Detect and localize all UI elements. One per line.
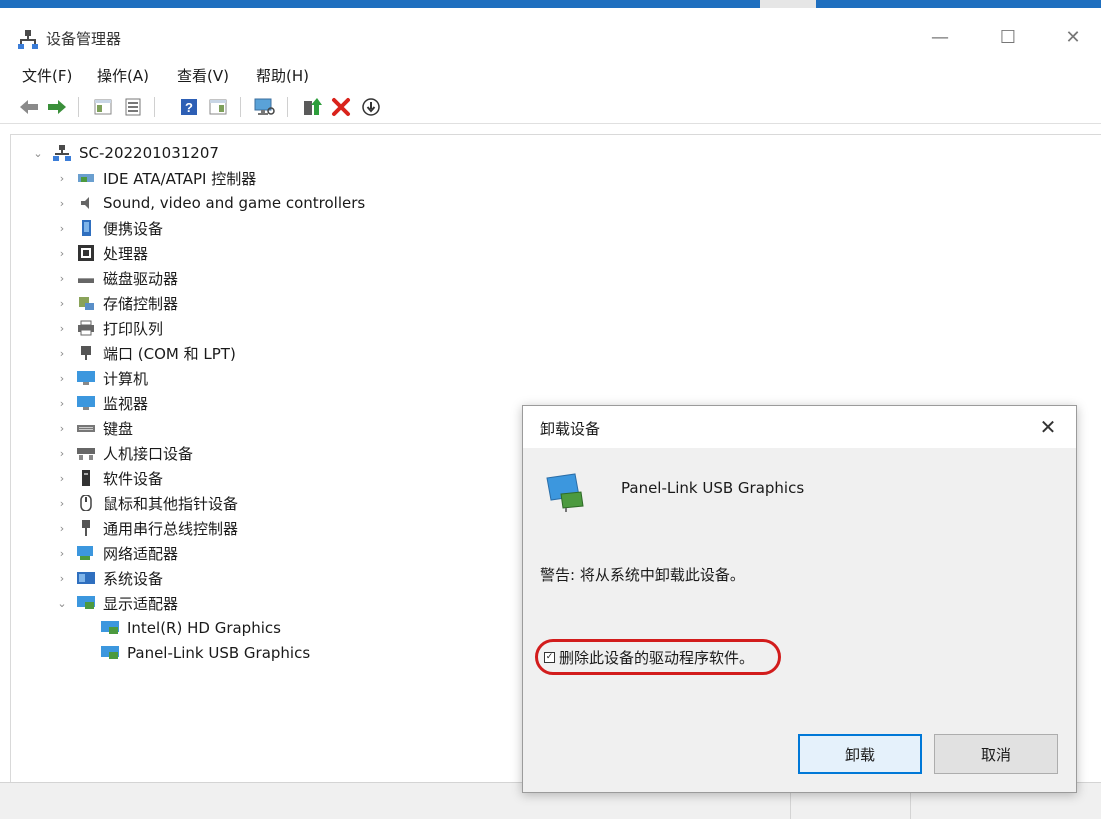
help-icon[interactable]: ? bbox=[178, 96, 200, 118]
ide-controller-icon bbox=[78, 174, 94, 182]
tree-category-display[interactable]: ⌄ 显示适配器 bbox=[55, 591, 178, 615]
display-adapter-icon bbox=[101, 621, 119, 634]
hid-icon bbox=[77, 448, 95, 460]
display-adapter-icon bbox=[77, 596, 95, 609]
menu-action[interactable]: 操作(A) bbox=[97, 65, 149, 86]
properties-icon[interactable] bbox=[122, 96, 144, 118]
keyboard-icon bbox=[77, 425, 95, 432]
chevron-right-icon[interactable]: › bbox=[55, 247, 69, 260]
tree-root-label: SC-202201031207 bbox=[79, 144, 219, 162]
chevron-right-icon[interactable]: › bbox=[55, 372, 69, 385]
uninstall-device-dialog: 卸载设备 ✕ Panel-Link USB Graphics 警告: 将从系统中… bbox=[522, 405, 1077, 793]
chevron-right-icon[interactable]: › bbox=[55, 472, 69, 485]
tree-category-monitor[interactable]: › 监视器 bbox=[55, 391, 148, 415]
disable-device-icon[interactable] bbox=[360, 96, 382, 118]
forward-arrow-icon[interactable] bbox=[46, 96, 68, 118]
tree-category-ide[interactable]: › IDE ATA/ATAPI 控制器 bbox=[55, 166, 256, 190]
chevron-right-icon[interactable]: › bbox=[55, 222, 69, 235]
tree-category-mouse[interactable]: › 鼠标和其他指针设备 bbox=[55, 491, 238, 515]
details-pane-icon[interactable] bbox=[207, 96, 229, 118]
dialog-title: 卸载设备 bbox=[540, 420, 601, 438]
tree-category-print-queue[interactable]: › 打印队列 bbox=[55, 316, 163, 340]
computer-root-icon bbox=[53, 145, 71, 161]
chevron-right-icon[interactable]: › bbox=[55, 522, 69, 535]
chevron-right-icon[interactable]: › bbox=[55, 322, 69, 335]
chevron-right-icon[interactable]: › bbox=[55, 272, 69, 285]
dialog-title-bar: 卸载设备 ✕ bbox=[523, 406, 1076, 448]
tree-category-computer[interactable]: › 计算机 bbox=[55, 366, 148, 390]
menu-file[interactable]: 文件(F) bbox=[22, 65, 72, 86]
tree-category-sound[interactable]: › Sound, video and game controllers bbox=[55, 191, 365, 215]
properties-pane-icon[interactable] bbox=[92, 96, 114, 118]
tree-category-system[interactable]: › 系统设备 bbox=[55, 566, 163, 590]
printer-icon bbox=[78, 320, 94, 336]
title-bar: 设备管理器 — ☐ ✕ bbox=[0, 8, 1101, 60]
network-adapter-icon bbox=[77, 546, 93, 560]
chevron-right-icon[interactable]: › bbox=[55, 447, 69, 460]
chevron-right-icon[interactable]: › bbox=[55, 347, 69, 360]
tree-category-network[interactable]: › 网络适配器 bbox=[55, 541, 178, 565]
window-title: 设备管理器 bbox=[46, 30, 122, 48]
update-driver-icon[interactable] bbox=[301, 96, 323, 118]
port-icon bbox=[81, 346, 91, 360]
tree-device-panel-link[interactable]: Panel-Link USB Graphics bbox=[101, 641, 310, 665]
close-window-button[interactable]: ✕ bbox=[1050, 20, 1096, 54]
cancel-button[interactable]: 取消 bbox=[934, 734, 1058, 774]
monitor-icon bbox=[77, 396, 95, 410]
delete-driver-checkbox-highlight: ✓ 删除此设备的驱动程序软件。 bbox=[535, 639, 781, 675]
speaker-icon bbox=[81, 197, 89, 209]
portable-device-icon bbox=[82, 220, 91, 236]
delete-driver-checkbox-label[interactable]: 删除此设备的驱动程序软件。 bbox=[559, 647, 754, 668]
menu-view[interactable]: 查看(V) bbox=[177, 65, 229, 86]
dialog-device-name: Panel-Link USB Graphics bbox=[621, 479, 805, 497]
storage-controller-icon bbox=[79, 297, 94, 310]
display-adapter-icon bbox=[101, 646, 119, 659]
minimize-button[interactable]: — bbox=[917, 20, 963, 54]
uninstall-button[interactable]: 卸载 bbox=[798, 734, 922, 774]
display-adapter-icon bbox=[546, 473, 584, 512]
tree-category-hid[interactable]: › 人机接口设备 bbox=[55, 441, 193, 465]
chevron-right-icon[interactable]: › bbox=[55, 422, 69, 435]
dialog-warning: 警告: 将从系统中卸载此设备。 bbox=[540, 566, 745, 584]
tree-category-keyboard[interactable]: › 键盘 bbox=[55, 416, 133, 440]
tree-device-intel-hd[interactable]: Intel(R) HD Graphics bbox=[101, 616, 281, 640]
tree-root[interactable]: ⌄ SC-202201031207 bbox=[31, 141, 219, 165]
tree-category-usb[interactable]: › 通用串行总线控制器 bbox=[55, 516, 238, 540]
uninstall-icon[interactable] bbox=[330, 96, 352, 118]
chevron-right-icon[interactable]: › bbox=[55, 572, 69, 585]
dialog-close-button[interactable]: ✕ bbox=[1030, 412, 1066, 442]
svg-text:?: ? bbox=[185, 100, 193, 115]
device-manager-icon bbox=[18, 30, 38, 49]
chevron-right-icon[interactable]: › bbox=[55, 297, 69, 310]
disk-drive-icon bbox=[78, 278, 94, 283]
back-arrow-icon[interactable] bbox=[18, 96, 40, 118]
processor-icon bbox=[78, 245, 94, 261]
chevron-down-icon[interactable]: ⌄ bbox=[55, 597, 69, 610]
toolbar: ? bbox=[0, 90, 1101, 124]
mouse-icon bbox=[80, 495, 92, 511]
menu-bar: 文件(F) 操作(A) 查看(V) 帮助(H) bbox=[0, 60, 1101, 88]
chevron-right-icon[interactable]: › bbox=[55, 397, 69, 410]
tree-category-ports[interactable]: › 端口 (COM 和 LPT) bbox=[55, 341, 236, 365]
system-device-icon bbox=[77, 572, 95, 584]
delete-driver-checkbox[interactable]: ✓ bbox=[544, 651, 555, 663]
tree-category-storage[interactable]: › 存储控制器 bbox=[55, 291, 178, 315]
tree-category-software[interactable]: › 软件设备 bbox=[55, 466, 163, 490]
usb-icon bbox=[82, 520, 90, 536]
scan-hardware-icon[interactable] bbox=[254, 96, 276, 118]
chevron-right-icon[interactable]: › bbox=[55, 172, 69, 185]
maximize-button[interactable]: ☐ bbox=[985, 20, 1031, 54]
chevron-down-icon[interactable]: ⌄ bbox=[31, 147, 45, 160]
tree-category-processor[interactable]: › 处理器 bbox=[55, 241, 148, 265]
chevron-right-icon[interactable]: › bbox=[55, 197, 69, 210]
chevron-right-icon[interactable]: › bbox=[55, 547, 69, 560]
tree-category-portable[interactable]: › 便携设备 bbox=[55, 216, 163, 240]
software-device-icon bbox=[82, 470, 90, 486]
chevron-right-icon[interactable]: › bbox=[55, 497, 69, 510]
tree-category-disk[interactable]: › 磁盘驱动器 bbox=[55, 266, 178, 290]
window-top-accent bbox=[0, 0, 1101, 8]
menu-help[interactable]: 帮助(H) bbox=[256, 65, 309, 86]
computer-icon bbox=[77, 371, 95, 385]
